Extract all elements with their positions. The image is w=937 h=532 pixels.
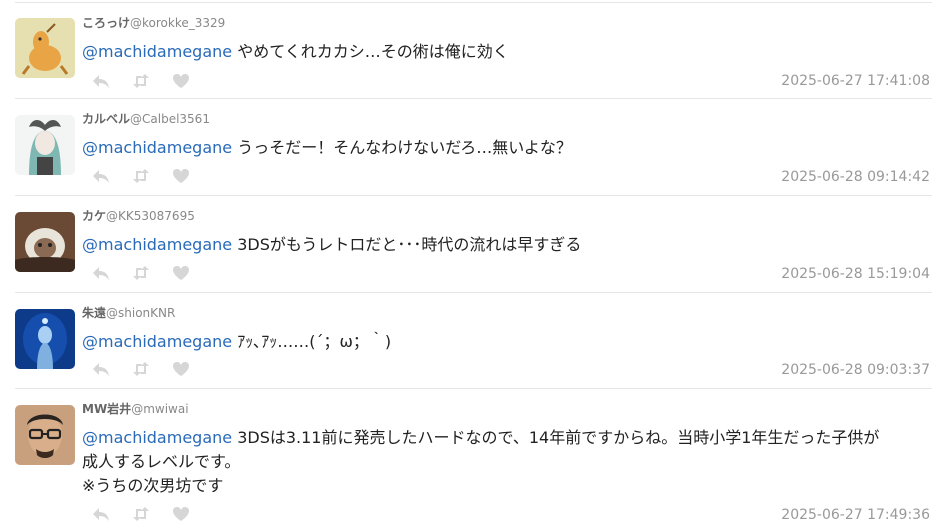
display-name[interactable]: ころっけ [82, 16, 130, 30]
user-handle[interactable]: @shionKNR [106, 306, 175, 320]
avatar[interactable] [15, 18, 75, 78]
tweet-text-line: 成人するレベルです。 [82, 452, 241, 471]
tweet-text: @machidamegane やめてくれカカシ…その術は俺に効く [82, 40, 927, 64]
tweet-text: @machidamegane うっそだー！そんなわけないだろ…無いよな？ [82, 136, 927, 160]
tweet-header: カケ@KK53087695 [82, 207, 195, 224]
retweet-icon[interactable] [132, 265, 150, 281]
timestamp[interactable]: 2025-06-27 17:49:36 [781, 507, 930, 523]
tweet-text-line: やめてくれカカシ…その術は俺に効く [237, 42, 509, 61]
tweet-actions [92, 361, 190, 377]
tweet-card: カケ@KK53087695 @machidamegane 3DSがもうレトロだと… [15, 195, 932, 292]
tweet-header: カルベル@Calbel3561 [82, 110, 210, 127]
timestamp[interactable]: 2025-06-28 09:14:42 [781, 169, 930, 185]
reply-icon[interactable] [92, 265, 110, 281]
tweet-text-line: うっそだー！そんなわけないだろ…無いよな？ [237, 138, 572, 157]
timestamp[interactable]: 2025-06-27 17:41:08 [781, 73, 930, 89]
tweet-text: @machidamegane 3DSがもうレトロだと･･･時代の流れは早すぎる [82, 233, 927, 257]
reply-feed: ころっけ@korokke_3329 @machidamegane やめてくれカカ… [0, 0, 937, 532]
user-handle[interactable]: @Calbel3561 [130, 112, 210, 126]
display-name[interactable]: カルベル [82, 112, 130, 126]
mention-link[interactable]: @machidamegane [82, 138, 232, 157]
tweet-text: @machidamegane ｱｯ､ｱｯ……(´；ω；｀) [82, 330, 927, 354]
retweet-icon[interactable] [132, 168, 150, 184]
tweet-actions [92, 73, 190, 89]
tweet-card: ころっけ@korokke_3329 @machidamegane やめてくれカカ… [15, 2, 932, 98]
display-name[interactable]: MW岩井 [82, 402, 131, 416]
tweet-actions [92, 265, 190, 281]
tweet-card: MW岩井@mwiwai @machidamegane 3DSは3.11前に発売し… [15, 388, 932, 532]
avatar[interactable] [15, 405, 75, 465]
avatar[interactable] [15, 309, 75, 369]
tweet-actions [92, 506, 190, 522]
tweet-header: ころっけ@korokke_3329 [82, 14, 225, 31]
user-handle[interactable]: @korokke_3329 [130, 16, 225, 30]
mention-link[interactable]: @machidamegane [82, 332, 232, 351]
like-icon[interactable] [172, 506, 190, 522]
tweet-text-line: ｱｯ､ｱｯ……(´；ω；｀) [237, 332, 392, 351]
tweet-card: 朱遠@shionKNR @machidamegane ｱｯ､ｱｯ……(´；ω；｀… [15, 292, 932, 388]
tweet-header: 朱遠@shionKNR [82, 304, 175, 321]
mention-link[interactable]: @machidamegane [82, 42, 232, 61]
tweet-header: MW岩井@mwiwai [82, 400, 189, 417]
retweet-icon[interactable] [132, 506, 150, 522]
tweet-actions [92, 168, 190, 184]
reply-icon[interactable] [92, 73, 110, 89]
tweet-card: カルベル@Calbel3561 @machidamegane うっそだー！そんな… [15, 98, 932, 195]
mention-link[interactable]: @machidamegane [82, 235, 232, 254]
tweet-text-line: @machidamegane 3DSは3.11前に発売したハードなので、14年前… [82, 428, 880, 447]
user-handle[interactable]: @KK53087695 [106, 209, 195, 223]
tweet-text-line: 3DSがもうレトロだと･･･時代の流れは早すぎる [237, 235, 582, 254]
reply-icon[interactable] [92, 168, 110, 184]
retweet-icon[interactable] [132, 73, 150, 89]
reply-icon[interactable] [92, 361, 110, 377]
tweet-text: @machidamegane 3DSは3.11前に発売したハードなので、14年前… [82, 426, 927, 498]
avatar[interactable] [15, 212, 75, 272]
user-handle[interactable]: @mwiwai [131, 402, 188, 416]
like-icon[interactable] [172, 168, 190, 184]
like-icon[interactable] [172, 361, 190, 377]
display-name[interactable]: カケ [82, 209, 106, 223]
avatar[interactable] [15, 115, 75, 175]
timestamp[interactable]: 2025-06-28 09:03:37 [781, 362, 930, 378]
like-icon[interactable] [172, 265, 190, 281]
like-icon[interactable] [172, 73, 190, 89]
timestamp[interactable]: 2025-06-28 15:19:04 [781, 266, 930, 282]
retweet-icon[interactable] [132, 361, 150, 377]
mention-link[interactable]: @machidamegane [82, 428, 232, 447]
display-name[interactable]: 朱遠 [82, 306, 106, 320]
reply-icon[interactable] [92, 506, 110, 522]
tweet-text-line: ※うちの次男坊です [82, 476, 224, 495]
